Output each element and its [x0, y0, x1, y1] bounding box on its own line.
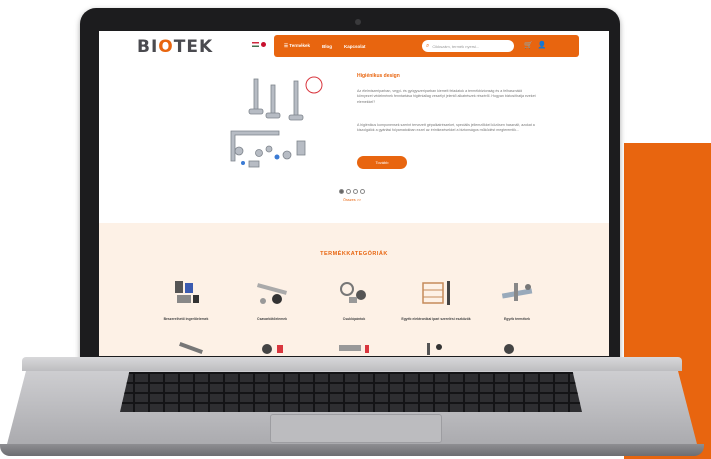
category-card[interactable]: Beszerelhető ingerlőelemek	[146, 277, 226, 322]
category-row-2-preview	[179, 342, 514, 355]
hero-paragraph-2: A higiénikus komponensek szerint terveze…	[357, 123, 535, 133]
webcam	[355, 19, 361, 25]
site-header: BIOTEK ☰ Termékek Blog Kapcsolat ⌕ Cikks…	[99, 31, 609, 61]
nav-products-label: Termékek	[289, 43, 310, 48]
laptop-base-edge	[0, 444, 704, 456]
search-input[interactable]: ⌕ Cikkszám, termék nyersi...	[422, 40, 514, 52]
nav-blog[interactable]: Blog	[322, 44, 332, 49]
hero-title: Higiénikus design	[357, 73, 400, 79]
laptop-trackpad	[270, 414, 442, 443]
site-logo[interactable]: BIOTEK	[137, 37, 213, 57]
laptop-keyboard	[120, 372, 582, 412]
category-label: Csavarkötőelemek	[257, 317, 287, 321]
laptop-screen: BIOTEK ☰ Termékek Blog Kapcsolat ⌕ Cikks…	[99, 31, 609, 356]
categories-title: TERMÉKKATEGÓRIÁK	[320, 251, 388, 257]
category-label: Csuklópántok	[342, 317, 366, 321]
category-image	[501, 283, 533, 301]
carousel-dots	[339, 189, 365, 194]
category-label: Egyéb termékek	[503, 317, 530, 321]
language-switcher[interactable]	[252, 42, 266, 47]
category-card[interactable]: Csavarkötőelemek	[232, 277, 312, 322]
header-icons: 🛒 👤	[524, 41, 546, 49]
category-card[interactable]: Csuklópántok	[314, 277, 394, 322]
flag-en-icon[interactable]	[261, 42, 266, 47]
user-icon[interactable]: 👤	[538, 41, 547, 49]
search-icon: ⌕	[426, 42, 430, 49]
carousel-dot-1[interactable]	[339, 189, 344, 194]
carousel-dot-2[interactable]	[346, 189, 351, 194]
carousel-dot-3[interactable]	[353, 189, 358, 194]
hero-more-button[interactable]: Tovább	[357, 156, 407, 169]
nav-products[interactable]: ☰ Termékek	[284, 43, 310, 49]
nav-contact[interactable]: Kapcsolat	[344, 44, 366, 49]
hero-product-image	[230, 76, 323, 168]
category-label: Beszerelhető ingerlőelemek	[163, 317, 209, 321]
flag-hu-icon[interactable]	[252, 42, 259, 47]
category-card[interactable]: Egyéb termékek	[477, 277, 557, 322]
hero-paragraph-1: Az élelmiszeriparban, vegyi- és gyógysze…	[357, 89, 536, 104]
category-image	[422, 281, 450, 305]
main-nav: ☰ Termékek Blog Kapcsolat ⌕ Cikkszám, te…	[274, 35, 579, 57]
category-card[interactable]: Egyéb elektronikai ipari szerelési eszkö…	[396, 277, 476, 322]
category-image	[340, 282, 366, 303]
all-link[interactable]: Összes >>	[343, 198, 361, 202]
category-image	[256, 283, 288, 304]
search-placeholder: Cikkszám, termék nyersi...	[432, 43, 480, 49]
laptop-hinge	[22, 357, 682, 371]
carousel-dot-4[interactable]	[360, 189, 365, 194]
categories-section: TERMÉKKATEGÓRIÁK Beszerelhető ingerlőele…	[99, 223, 609, 356]
cart-icon[interactable]: 🛒	[524, 41, 533, 49]
category-label: Egyéb elektronikai ipari szerelési eszkö…	[401, 317, 471, 321]
category-image	[175, 281, 199, 303]
